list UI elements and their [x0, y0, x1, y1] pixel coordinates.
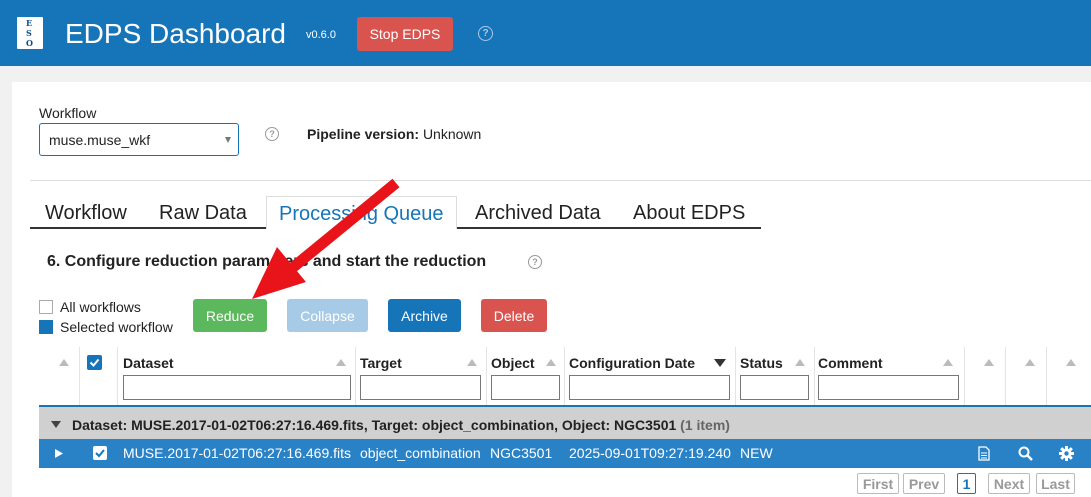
comment-filter-input[interactable] — [818, 375, 959, 400]
chevron-down-icon — [225, 137, 231, 143]
column-divider — [79, 347, 80, 405]
collapse-button[interactable]: Collapse — [287, 299, 368, 332]
column-divider — [1046, 347, 1047, 405]
tab-processing-queue[interactable]: Processing Queue — [266, 196, 457, 229]
section-title: 6. Configure reduction parameters and st… — [47, 253, 487, 270]
eso-logo: E S O — [17, 17, 43, 49]
delete-button[interactable]: Delete — [481, 299, 547, 332]
search-icon[interactable] — [1018, 446, 1033, 461]
pipeline-version-label: Pipeline version: — [307, 126, 420, 142]
stop-edps-button[interactable]: Stop EDPS — [357, 17, 453, 51]
checkmark-icon — [89, 358, 100, 367]
column-divider — [814, 347, 815, 405]
header-help-icon[interactable]: ? — [478, 26, 493, 41]
cell-target: object_combination — [360, 445, 481, 461]
app-version: v0.6.0 — [306, 29, 336, 41]
group-label-text: Dataset: MUSE.2017-01-02T06:27:16.469.fi… — [72, 417, 677, 433]
pipeline-version-value: Unknown — [422, 126, 482, 142]
column-header-status[interactable]: Status — [740, 355, 783, 371]
column-divider — [117, 347, 118, 405]
sort-icon[interactable] — [467, 359, 477, 366]
target-filter-input[interactable] — [360, 375, 481, 400]
pager-prev-button[interactable]: Prev — [903, 473, 945, 494]
row-checkbox[interactable] — [93, 446, 107, 460]
group-label: Dataset: MUSE.2017-01-02T06:27:16.469.fi… — [72, 417, 730, 433]
cell-object: NGC3501 — [490, 445, 553, 461]
archive-button[interactable]: Archive — [388, 299, 461, 332]
sort-desc-icon[interactable] — [714, 359, 726, 367]
pipeline-version: Pipeline version: Unknown — [307, 126, 481, 142]
sort-icon[interactable] — [984, 359, 994, 366]
group-row[interactable]: Dataset: MUSE.2017-01-02T06:27:16.469.fi… — [39, 405, 1091, 439]
column-divider — [1005, 347, 1006, 405]
column-header-comment[interactable]: Comment — [818, 355, 883, 371]
column-header-target[interactable]: Target — [360, 355, 402, 371]
sort-icon[interactable] — [1066, 359, 1076, 366]
pager-last-button[interactable]: Last — [1036, 473, 1075, 494]
column-header-dataset[interactable]: Dataset — [123, 355, 174, 371]
column-divider — [355, 347, 356, 405]
dataset-filter-input[interactable] — [123, 375, 351, 400]
caret-right-icon[interactable] — [55, 449, 63, 458]
divider — [30, 180, 1091, 181]
logo-letter-s: S — [26, 28, 32, 38]
cell-dataset: MUSE.2017-01-02T06:27:16.469.fits — [123, 445, 352, 461]
legend-all-swatch — [39, 300, 53, 314]
sort-icon[interactable] — [546, 359, 556, 366]
section-help-icon[interactable]: ? — [528, 255, 542, 269]
workflow-selected-value: muse.muse_wkf — [49, 132, 151, 148]
pager-page-button[interactable]: 1 — [957, 473, 976, 494]
document-icon[interactable] — [978, 446, 990, 461]
cell-configuration-date: 2025-09-01T09:27:19.240 — [569, 445, 731, 461]
column-divider — [486, 347, 487, 405]
legend-selected-swatch — [39, 320, 53, 334]
checkmark-icon — [95, 449, 105, 458]
cell-status: NEW — [740, 445, 773, 461]
group-count: (1 item) — [680, 417, 730, 433]
workflow-select[interactable]: muse.muse_wkf — [39, 123, 239, 156]
tab-bar: Workflow Raw Data Processing Queue Archi… — [30, 196, 761, 229]
select-all-checkbox[interactable] — [87, 355, 102, 370]
workflow-label: Workflow — [39, 105, 97, 121]
column-divider — [964, 347, 965, 405]
reduce-button[interactable]: Reduce — [193, 299, 267, 332]
column-header-configuration-date[interactable]: Configuration Date — [569, 355, 695, 371]
column-header-object[interactable]: Object — [491, 355, 535, 371]
tab-about-edps[interactable]: About EDPS — [633, 196, 745, 229]
object-filter-input[interactable] — [491, 375, 560, 400]
sort-icon[interactable] — [59, 359, 69, 366]
logo-letter-o: O — [26, 38, 33, 48]
legend-all-workflows: All workflows — [60, 299, 141, 315]
tab-raw-data[interactable]: Raw Data — [159, 196, 247, 229]
legend-selected-workflow: Selected workflow — [60, 319, 173, 335]
workflow-help-icon[interactable]: ? — [265, 127, 279, 141]
sort-icon[interactable] — [795, 359, 805, 366]
sort-icon[interactable] — [336, 359, 346, 366]
tab-workflow[interactable]: Workflow — [45, 196, 127, 229]
caret-down-icon[interactable] — [51, 421, 61, 428]
column-divider — [564, 347, 565, 405]
app-header: E S O EDPS Dashboard v0.6.0 Stop EDPS ? — [0, 0, 1091, 66]
pager-first-button[interactable]: First — [857, 473, 899, 494]
sort-icon[interactable] — [943, 359, 953, 366]
app-title: EDPS Dashboard — [65, 18, 287, 49]
status-filter-input[interactable] — [740, 375, 809, 400]
logo-letter-e: E — [26, 18, 33, 28]
table-row[interactable]: MUSE.2017-01-02T06:27:16.469.fits object… — [39, 439, 1091, 468]
sort-icon[interactable] — [1025, 359, 1035, 366]
gear-icon[interactable] — [1059, 446, 1074, 461]
tab-archived-data[interactable]: Archived Data — [475, 196, 601, 229]
pager-next-button[interactable]: Next — [988, 473, 1030, 494]
configuration-date-filter-input[interactable] — [569, 375, 730, 400]
column-divider — [735, 347, 736, 405]
